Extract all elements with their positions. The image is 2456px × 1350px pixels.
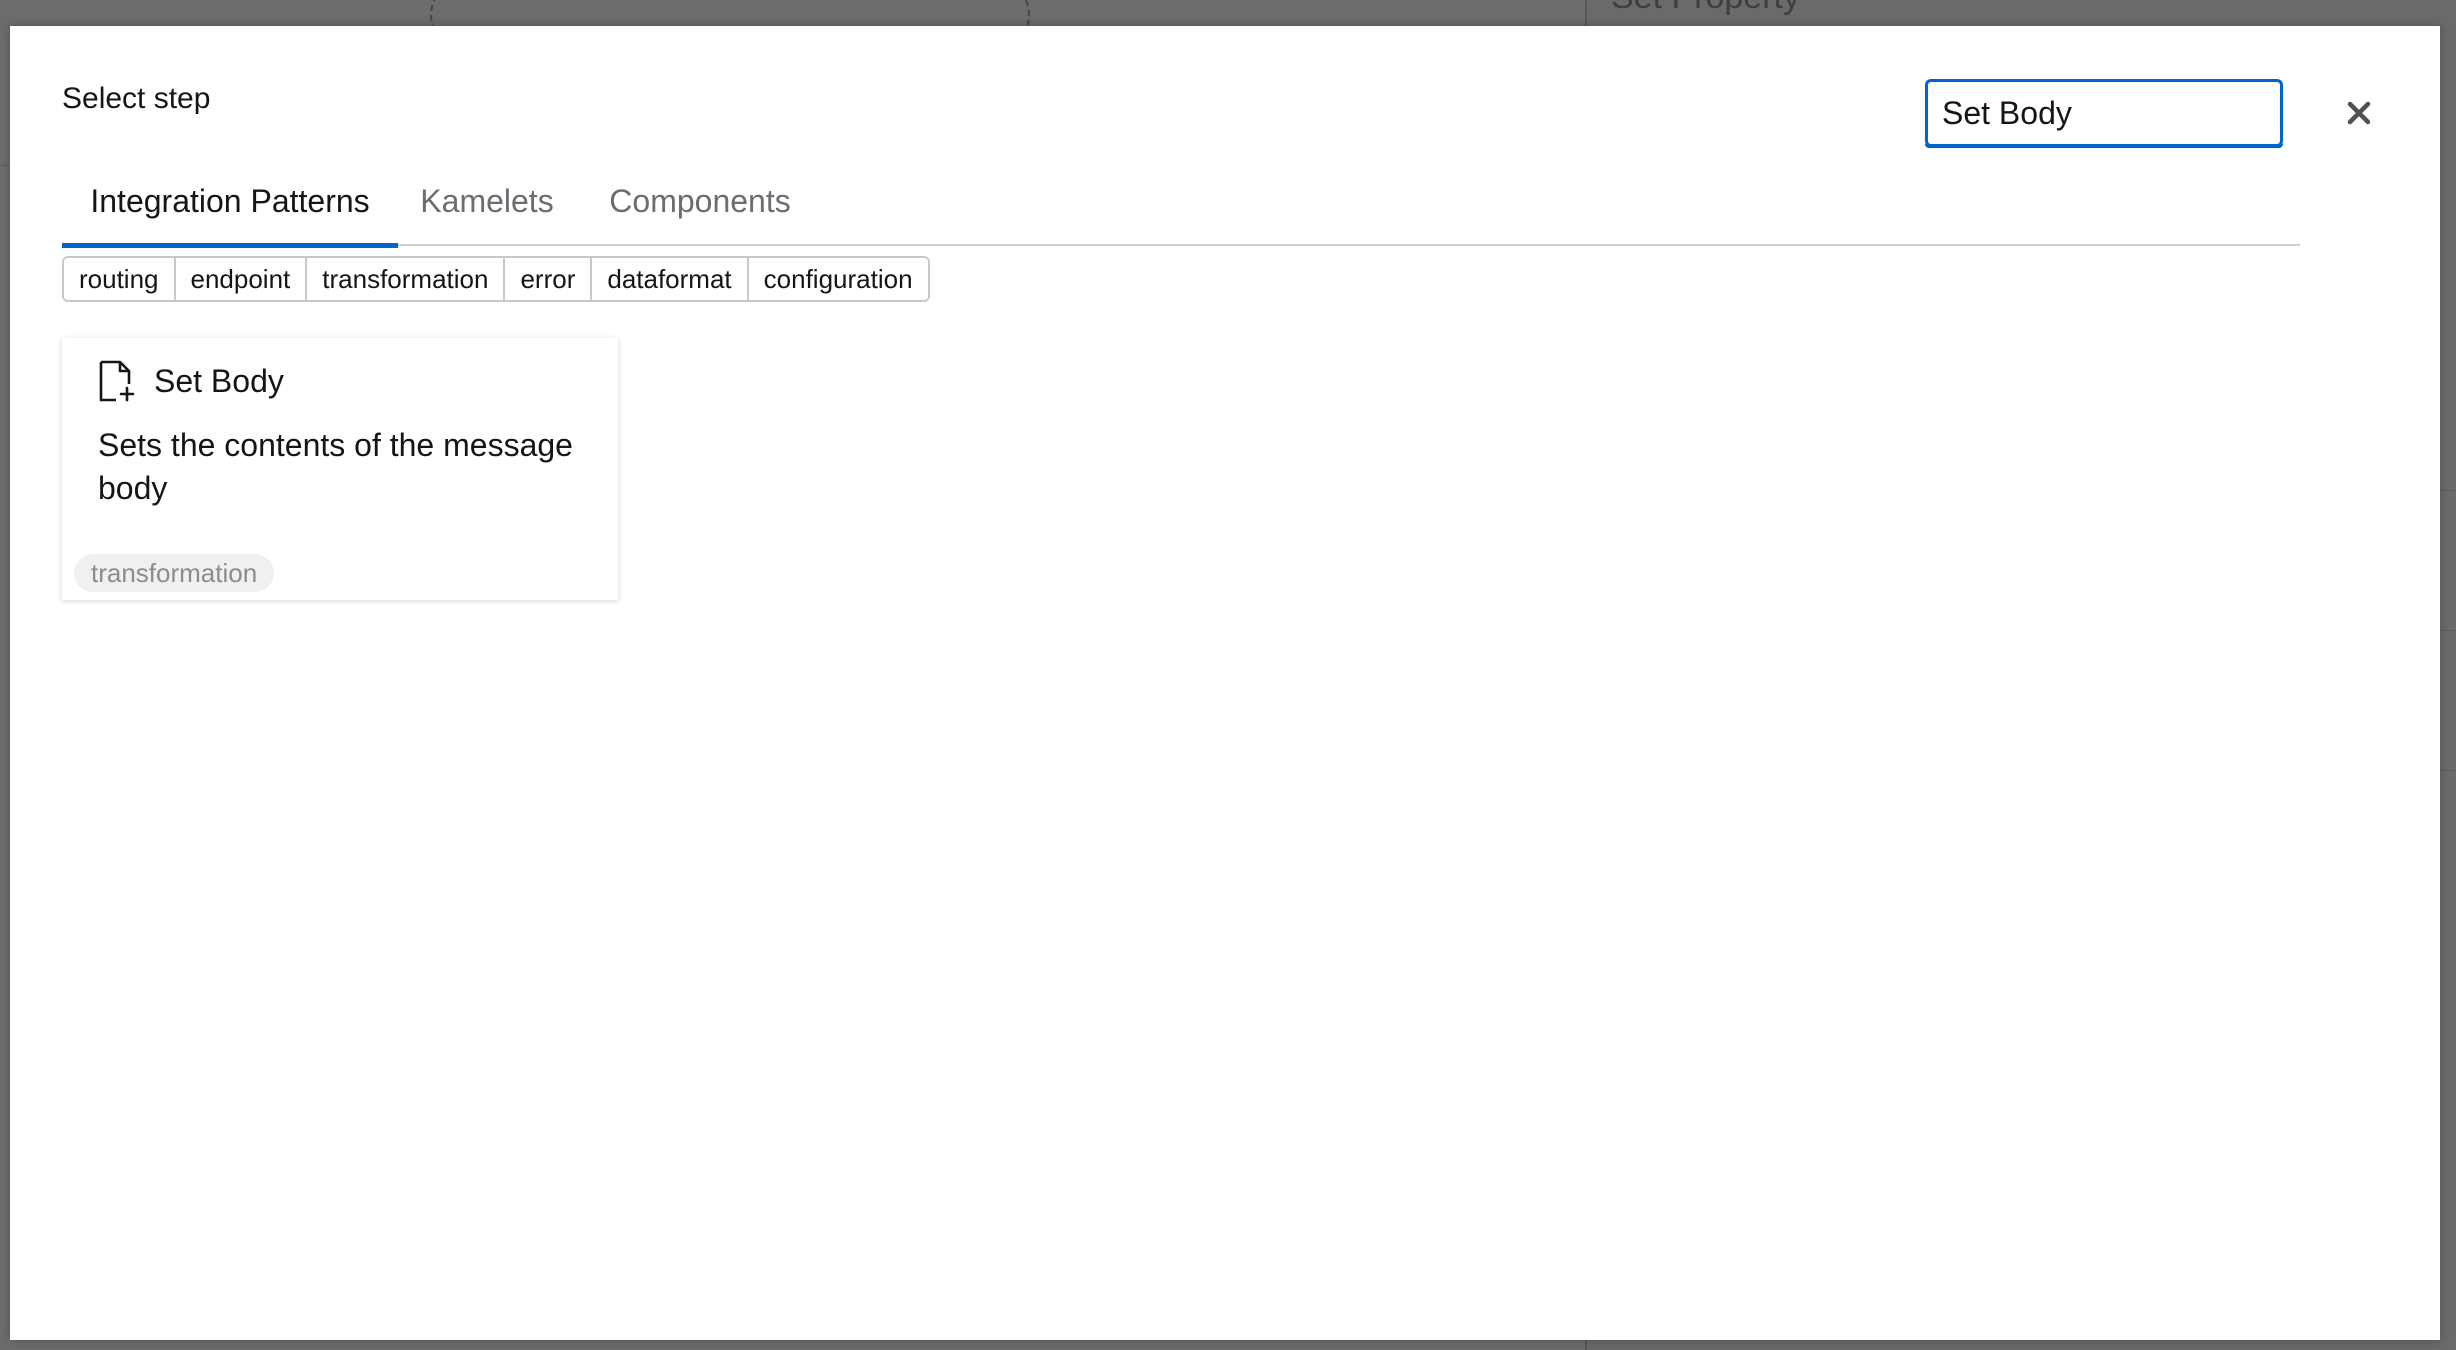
modal-title: Select step [62, 82, 211, 115]
filter-error[interactable]: error [505, 258, 593, 300]
close-button[interactable] [2336, 90, 2382, 136]
file-add-icon [99, 360, 135, 402]
select-step-modal: Select step Integration Patterns Kamelet… [10, 26, 2440, 1340]
background-panel-title: Set Property [1611, 0, 1800, 17]
filter-configuration[interactable]: configuration [748, 258, 928, 300]
search-input-focus-underline [1925, 144, 2283, 148]
card-header: Set Body [98, 360, 284, 402]
card-description: Sets the contents of the message body [98, 427, 573, 506]
filter-dataformat[interactable]: dataformat [592, 258, 749, 300]
tab-integration-patterns[interactable]: Integration Patterns [62, 156, 398, 248]
close-icon [2347, 101, 2371, 125]
filter-transformation[interactable]: transformation [307, 258, 506, 300]
tab-components[interactable]: Components [590, 156, 810, 246]
label-filter-group: routing endpoint transformation error da… [62, 256, 930, 302]
tab-label: Integration Patterns [90, 182, 370, 219]
tab-label: Kamelets [420, 182, 554, 219]
tab-kamelets[interactable]: Kamelets [412, 156, 562, 246]
tab-label: Components [609, 182, 791, 219]
search-input[interactable] [1925, 79, 2283, 147]
step-category-tabs: Integration Patterns Kamelets Components [62, 156, 2300, 248]
card-title: Set Body [154, 362, 284, 399]
filter-routing[interactable]: routing [64, 258, 176, 300]
filter-endpoint[interactable]: endpoint [175, 258, 308, 300]
step-card-set-body[interactable]: Set Body Sets the contents of the messag… [62, 338, 618, 600]
card-label-tag: transformation [74, 554, 275, 592]
